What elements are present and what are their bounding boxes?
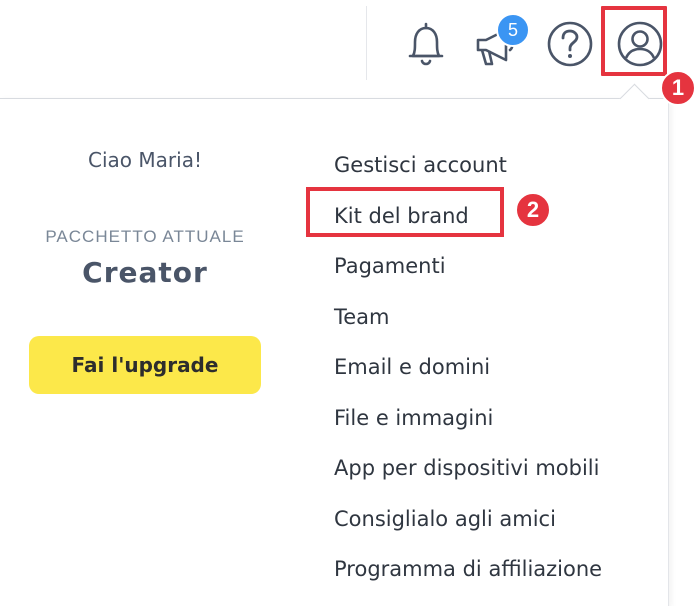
current-plan-name: Creator (82, 256, 208, 289)
menu-item-email-domains[interactable]: Email e domini (334, 342, 602, 393)
current-plan-label: PACCHETTO ATTUALE (45, 227, 245, 246)
menu-item-refer-friends[interactable]: Consiglialo agli amici (334, 494, 602, 545)
annotation-step-2-badge: 2 (515, 192, 551, 228)
bell-icon (408, 22, 444, 66)
annotation-highlight-account (601, 6, 667, 76)
help-icon (547, 21, 593, 67)
notification-count-badge: 5 (496, 13, 530, 47)
page: 5 Ciao Maria! PACCHETTO ATTUALE Creator … (0, 0, 698, 606)
annotation-step-1-badge: 1 (660, 70, 696, 106)
menu-item-mobile-apps[interactable]: App per dispositivi mobili (334, 443, 602, 494)
menu-item-manage-account[interactable]: Gestisci account (334, 140, 602, 191)
upgrade-button[interactable]: Fai l'upgrade (29, 336, 261, 394)
menu-item-files-images[interactable]: File e immagini (334, 393, 602, 444)
help-button[interactable] (542, 16, 598, 72)
menu-item-payments[interactable]: Pagamenti (334, 241, 602, 292)
header-divider (366, 6, 367, 80)
greeting-text: Ciao Maria! (88, 148, 202, 172)
annotation-highlight-brand-kit (306, 187, 504, 237)
menu-item-affiliate-program[interactable]: Programma di affiliazione (334, 544, 602, 595)
menu-item-team[interactable]: Team (334, 292, 602, 343)
top-header: 5 (0, 0, 698, 98)
notifications-button[interactable] (400, 16, 452, 72)
